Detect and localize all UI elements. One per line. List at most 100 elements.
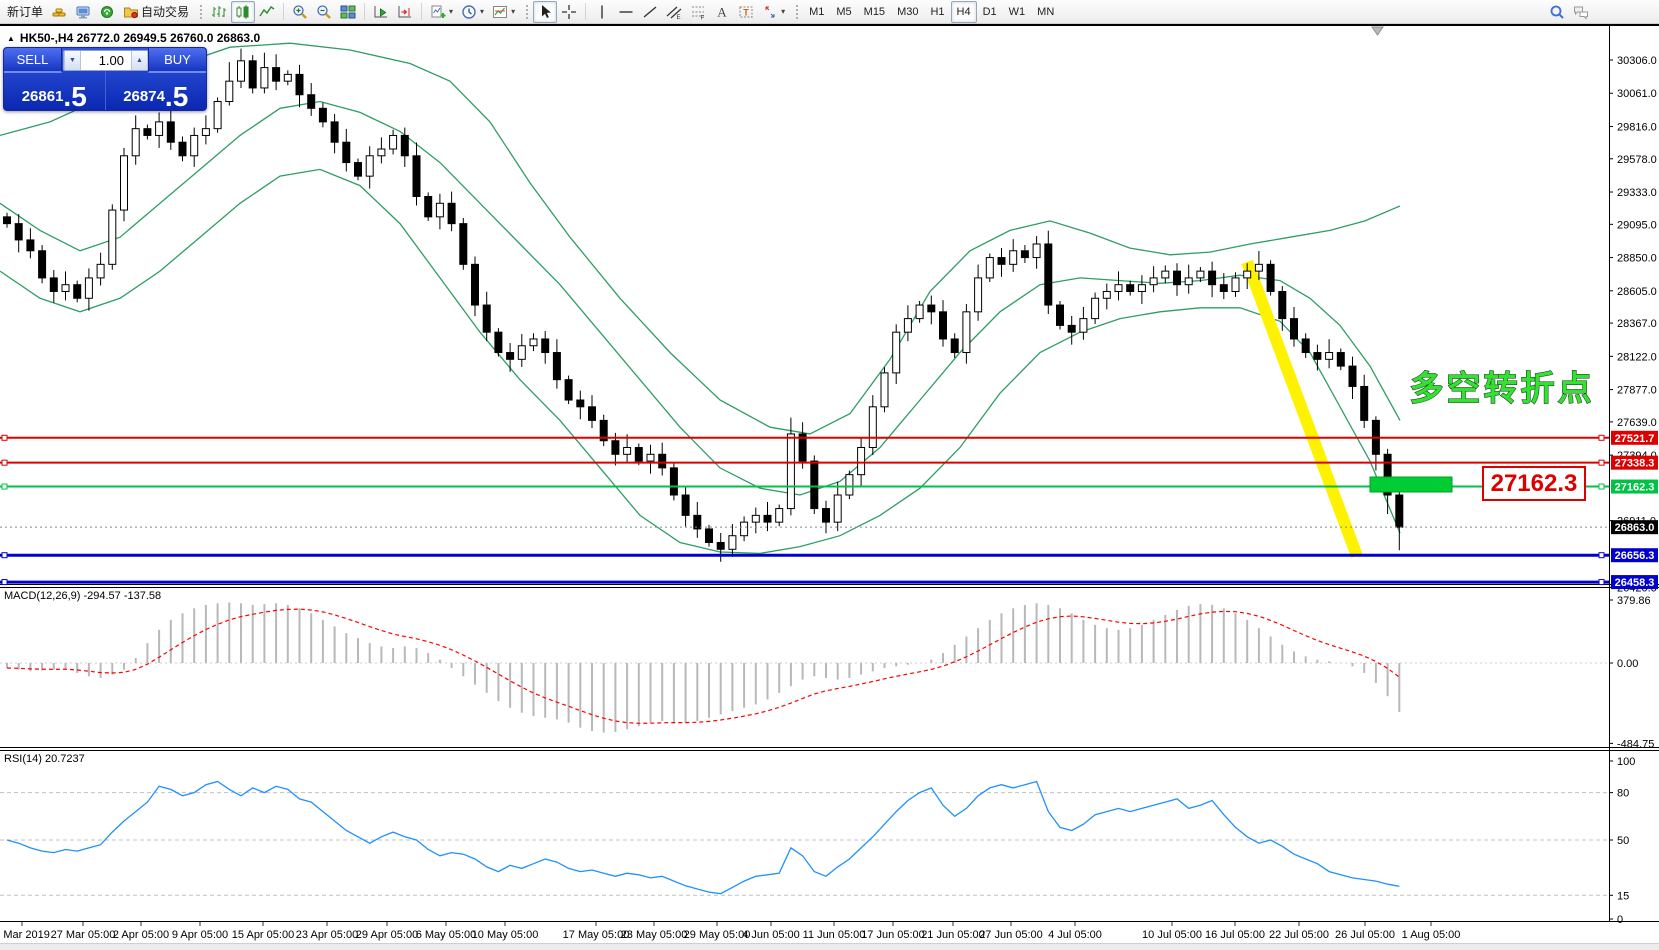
- zoomout-icon: [316, 4, 332, 20]
- zoom-out-button[interactable]: [312, 1, 336, 23]
- toolbar-grip[interactable]: [199, 4, 203, 20]
- dropdown-arrow-icon[interactable]: ▾: [511, 7, 515, 16]
- bar-chart-button[interactable]: [207, 1, 231, 23]
- buy-button[interactable]: BUY: [148, 48, 206, 73]
- tf-d1-button-label: D1: [983, 6, 997, 18]
- line-handle[interactable]: [2, 580, 7, 585]
- textlabel-icon: T: [738, 4, 754, 20]
- candlestick-chart-button[interactable]: [231, 1, 255, 23]
- support-zone-rect[interactable]: [1370, 477, 1452, 492]
- cursor-button[interactable]: [533, 1, 557, 23]
- tf-m15-button[interactable]: M15: [858, 1, 891, 23]
- turning-point-annotation[interactable]: 多空转折点: [1410, 370, 1595, 408]
- zoom-in-button[interactable]: [288, 1, 312, 23]
- candle: [975, 278, 982, 312]
- candle: [202, 129, 209, 136]
- candle: [1010, 251, 1017, 265]
- indicators-button[interactable]: ▾: [426, 1, 457, 23]
- dropdown-arrow-icon[interactable]: ▾: [781, 7, 785, 16]
- label-button[interactable]: T: [734, 1, 758, 23]
- line-handle[interactable]: [2, 460, 7, 465]
- chart-shift-button[interactable]: [393, 1, 417, 23]
- candle: [518, 346, 525, 360]
- line-handle[interactable]: [1599, 484, 1604, 489]
- sell-button[interactable]: SELL: [4, 48, 62, 73]
- periods-button[interactable]: ▾: [457, 1, 488, 23]
- horizontal-line-button[interactable]: [614, 1, 638, 23]
- rsi-pane: [7, 782, 1399, 894]
- chart-area[interactable]: 30306.030061.029816.029578.029333.029095…: [0, 0, 1659, 950]
- line-handle[interactable]: [1599, 580, 1604, 585]
- fibonacci-button[interactable]: F: [686, 1, 710, 23]
- text-button[interactable]: A: [710, 1, 734, 23]
- candle: [495, 332, 502, 352]
- volume-increase-button[interactable]: ▲: [131, 51, 148, 70]
- volume-decrease-button[interactable]: ▼: [64, 51, 81, 70]
- autotrade-button[interactable]: 自动交易: [119, 1, 193, 23]
- candle: [121, 156, 128, 210]
- auto-scroll-button[interactable]: [369, 1, 393, 23]
- candle: [366, 156, 373, 176]
- candle: [284, 74, 291, 81]
- zoomin-icon: [292, 4, 308, 20]
- templates-button[interactable]: ▾: [488, 1, 519, 23]
- candle: [97, 264, 104, 278]
- svg-text:T: T: [743, 7, 749, 17]
- collapse-icon[interactable]: ▲: [7, 34, 15, 43]
- line-handle[interactable]: [1599, 435, 1604, 440]
- candle: [729, 536, 736, 550]
- dropdown-arrow-icon[interactable]: ▾: [480, 7, 484, 16]
- tf-m1-button[interactable]: M1: [803, 1, 830, 23]
- bollinger-middle-band: [0, 102, 1400, 496]
- crosshair-button[interactable]: [557, 1, 581, 23]
- search-button[interactable]: [1545, 1, 1569, 23]
- tf-mn-button[interactable]: MN: [1031, 1, 1060, 23]
- line-chart-button[interactable]: [255, 1, 279, 23]
- bollinger-upper-band: [0, 43, 1400, 434]
- line-handle[interactable]: [2, 484, 7, 489]
- toolbar-grip[interactable]: [795, 4, 799, 20]
- time-axis[interactable]: [0, 922, 1609, 943]
- price-callout-box[interactable]: 27162.3: [1482, 466, 1586, 501]
- volume-value[interactable]: 1.00: [81, 51, 131, 70]
- tile-windows-button[interactable]: [336, 1, 360, 23]
- buy-price[interactable]: 26874 .5: [106, 71, 207, 110]
- channel-button[interactable]: E: [662, 1, 686, 23]
- vline-icon: [594, 4, 610, 20]
- candle: [460, 224, 467, 265]
- candle: [249, 61, 256, 88]
- toolbar-grip[interactable]: [525, 4, 529, 20]
- sell-price[interactable]: 26861 .5: [4, 71, 106, 110]
- candle: [1361, 386, 1368, 420]
- chat-button[interactable]: [1569, 1, 1593, 23]
- candle: [717, 542, 724, 549]
- candle: [823, 509, 830, 523]
- candle: [273, 68, 280, 82]
- gold-chart-button[interactable]: [47, 1, 71, 23]
- arrows-button[interactable]: ▾: [758, 1, 789, 23]
- one-click-trading-panel: SELL ▼ 1.00 ▲ BUY 26861 .5 26874 .5: [3, 47, 207, 111]
- line-handle[interactable]: [1599, 553, 1604, 558]
- tf-h1-button[interactable]: H1: [924, 1, 950, 23]
- trendline-button[interactable]: [638, 1, 662, 23]
- line-handle[interactable]: [2, 435, 7, 440]
- new-order-button[interactable]: 新订单: [3, 1, 47, 23]
- vertical-line-button[interactable]: [590, 1, 614, 23]
- candle: [881, 373, 888, 407]
- rsi-line: [7, 782, 1399, 894]
- tf-m30-button[interactable]: M30: [891, 1, 924, 23]
- autotrade-button-label: 自动交易: [141, 3, 189, 20]
- signals-button[interactable]: [95, 1, 119, 23]
- clock-icon: [461, 4, 477, 20]
- market-watch-button[interactable]: [71, 1, 95, 23]
- tf-h4-button[interactable]: H4: [951, 1, 977, 23]
- chart-shift-marker[interactable]: [1372, 27, 1383, 35]
- line-handle[interactable]: [1599, 460, 1604, 465]
- dropdown-arrow-icon[interactable]: ▾: [449, 7, 453, 16]
- tf-w1-button[interactable]: W1: [1003, 1, 1032, 23]
- candle: [401, 135, 408, 155]
- price-axis[interactable]: [1610, 26, 1659, 921]
- tf-m5-button[interactable]: M5: [830, 1, 857, 23]
- tf-d1-button[interactable]: D1: [977, 1, 1003, 23]
- line-handle[interactable]: [2, 553, 7, 558]
